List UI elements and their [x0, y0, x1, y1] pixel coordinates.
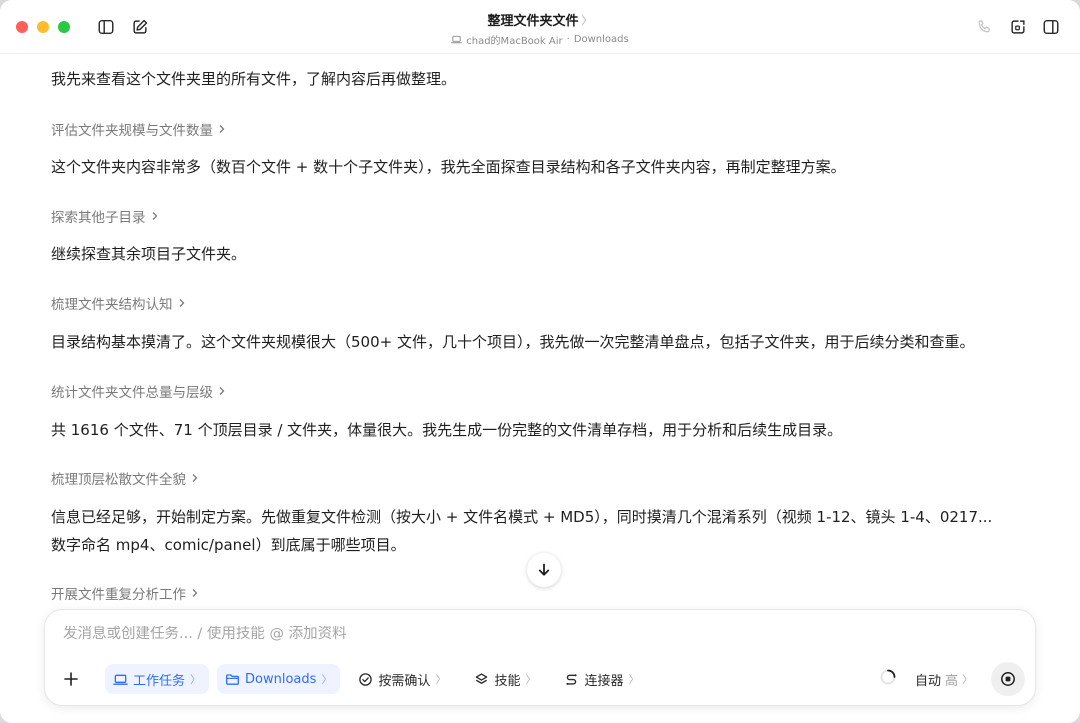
- chevron-right-icon: [219, 387, 225, 395]
- assistant-message: 这个文件夹内容非常多（数百个文件 + 数十个子文件夹），我先全面探查目录结构和各…: [51, 158, 846, 176]
- layers-icon: [476, 672, 488, 684]
- chevron-right-icon: 〉: [321, 673, 333, 686]
- call-button[interactable]: [974, 17, 994, 37]
- step-item[interactable]: 统计文件夹文件总量与层级: [51, 381, 227, 401]
- chevron-right-icon: 〉: [435, 673, 447, 686]
- message-input[interactable]: [63, 626, 963, 642]
- assistant-message: 目录结构基本摸清了。这个文件夹规模很大（500+ 文件，几十个项目），我先做一次…: [51, 333, 975, 351]
- connectors-chip[interactable]: 连接器 〉: [554, 664, 649, 694]
- chevron-right-icon: [152, 212, 157, 220]
- run-status: 自动 高 〉: [879, 662, 1025, 696]
- assistant-message: 信息已经足够，开始制定方案。先做重复文件检测（按大小 + 文件名模式 + MD5…: [51, 508, 993, 526]
- work-task-label: 工作任务: [133, 673, 186, 689]
- phone-icon: [978, 20, 990, 33]
- plus-icon: [64, 672, 78, 686]
- conversation-title[interactable]: 整理文件夹文件 〉: [487, 10, 593, 30]
- step-item[interactable]: 评估文件夹规模与文件数量: [51, 119, 227, 139]
- chevron-right-icon: [192, 589, 198, 597]
- compose-icon: [133, 19, 148, 34]
- laptop-icon: [451, 35, 463, 44]
- app-window: 整理文件夹文件 〉 chad的MacBook Air · Downloads 我…: [0, 0, 1080, 723]
- step-label: 评估文件夹规模与文件数量: [51, 123, 213, 139]
- toggle-sidebar-button[interactable]: [96, 17, 116, 37]
- skills-chip[interactable]: 技能 〉: [464, 664, 546, 694]
- step-item[interactable]: 探索其他子目录: [51, 206, 160, 226]
- step-label: 探索其他子目录: [51, 210, 146, 226]
- confirm-mode-chip[interactable]: 按需确认 〉: [348, 664, 456, 694]
- level-label: 高: [944, 673, 958, 689]
- assistant-message: 共 1616 个文件、71 个顶层目录 / 文件夹，体量很大。我先生成一份完整的…: [51, 421, 843, 439]
- chevron-right-icon: 〉: [962, 673, 973, 686]
- conversation-title-text: 整理文件夹文件: [487, 14, 579, 29]
- location-separator: ·: [566, 34, 570, 45]
- arrow-down-icon: [538, 563, 550, 576]
- message-composer: 工作任务 〉 Downloads 〉 按需确认 〉: [44, 609, 1036, 706]
- close-window-button[interactable]: [16, 21, 28, 33]
- step-label: 统计文件夹文件总量与层级: [51, 385, 213, 401]
- folder-name: Downloads: [573, 34, 629, 45]
- chevron-right-icon: [219, 125, 225, 133]
- step-label: 梳理顶层松散文件全貌: [51, 472, 186, 488]
- sidebar-icon: [98, 19, 114, 35]
- toggle-panel-button[interactable]: [1041, 17, 1061, 37]
- chevron-right-icon: 〉: [190, 673, 202, 686]
- model-mode-selector[interactable]: 自动 高 〉: [915, 670, 973, 689]
- chevron-right-icon: 〉: [525, 673, 537, 686]
- stop-generation-button[interactable]: [991, 662, 1025, 696]
- step-item[interactable]: 开展文件重复分析工作: [51, 583, 200, 603]
- title-chevron-icon: 〉: [581, 13, 593, 27]
- window-controls: [16, 21, 70, 33]
- step-item[interactable]: 梳理顶层松散文件全貌: [51, 468, 200, 488]
- workspace-location: chad的MacBook Air · Downloads: [340, 32, 740, 47]
- work-task-chip[interactable]: 工作任务 〉: [105, 664, 210, 694]
- connectors-label: 连接器: [584, 673, 624, 689]
- composer-toolbar: 工作任务 〉 Downloads 〉 按需确认 〉 技能 〉 连接器 〉 自动 …: [57, 662, 1025, 696]
- chevron-right-icon: [179, 299, 184, 307]
- laptop-icon: [113, 674, 128, 685]
- folder-chip-label: Downloads: [245, 671, 317, 687]
- add-attachment-button[interactable]: [57, 665, 85, 693]
- scroll-to-bottom-button[interactable]: [527, 553, 561, 587]
- minimize-window-button[interactable]: [37, 21, 49, 33]
- skills-label: 技能: [494, 673, 521, 689]
- chevron-right-icon: 〉: [628, 673, 640, 686]
- folder-icon: [226, 673, 239, 685]
- mode-label: 自动: [914, 673, 941, 689]
- new-chat-button[interactable]: [130, 17, 150, 37]
- title-bar: 整理文件夹文件 〉 chad的MacBook Air · Downloads: [0, 0, 1080, 54]
- device-name: chad的MacBook Air: [466, 36, 563, 47]
- right-panel-icon: [1043, 19, 1059, 35]
- title-area: 整理文件夹文件 〉 chad的MacBook Air · Downloads: [340, 10, 740, 47]
- new-window-icon: [1011, 20, 1025, 34]
- new-window-button[interactable]: [1008, 17, 1028, 37]
- folder-chip[interactable]: Downloads 〉: [217, 664, 341, 694]
- assistant-message: 我先来查看这个文件夹里的所有文件，了解内容后再做整理。: [51, 70, 457, 88]
- stop-icon: [1001, 672, 1015, 686]
- connector-icon: [566, 673, 578, 685]
- step-item[interactable]: 梳理文件夹结构认知: [51, 293, 187, 313]
- confirm-mode-label: 按需确认: [378, 673, 431, 689]
- chevron-right-icon: [192, 474, 198, 482]
- zoom-window-button[interactable]: [58, 21, 70, 33]
- loading-spinner-icon: [879, 668, 897, 690]
- assistant-message: 继续探查其余项目子文件夹。: [51, 245, 247, 263]
- step-label: 开展文件重复分析工作: [51, 587, 186, 603]
- step-label: 梳理文件夹结构认知: [51, 297, 173, 313]
- check-circle-icon: [359, 672, 373, 686]
